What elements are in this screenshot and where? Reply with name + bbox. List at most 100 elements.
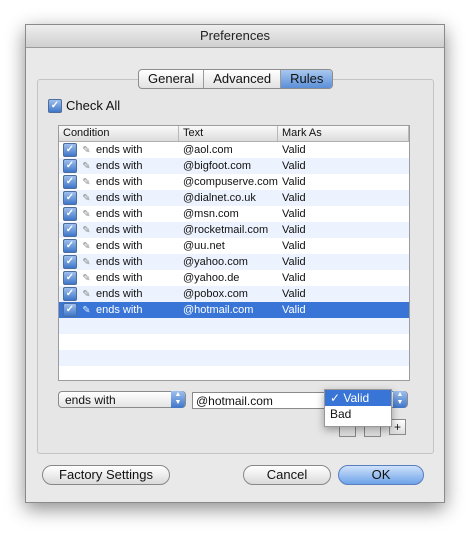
text-cell: @hotmail.com bbox=[183, 304, 254, 316]
table-row[interactable]: ✓ ✎ ends with @pobox.com Valid bbox=[59, 286, 409, 302]
rule-icon: ✎ bbox=[82, 144, 91, 156]
row-enabled-checkbox[interactable]: ✓ bbox=[63, 287, 77, 301]
column-header-mark-as[interactable]: Mark As bbox=[278, 126, 409, 141]
mark-as-cell: Valid bbox=[282, 192, 306, 204]
condition-cell: ✓ ✎ ends with bbox=[59, 158, 179, 174]
mark-as-menu: ✓ Valid Bad bbox=[324, 389, 392, 427]
rule-icon: ✎ bbox=[82, 272, 91, 284]
condition-cell: ✓ ✎ ends with bbox=[59, 222, 179, 238]
table-body: ✓ ✎ ends with @aol.com Valid ✓ ✎ ends with @bigf… bbox=[59, 142, 409, 366]
empty-row bbox=[59, 350, 409, 366]
condition-popup[interactable]: ends with ▲ ▼ bbox=[58, 391, 186, 408]
mark-as-cell: Valid bbox=[282, 224, 306, 236]
condition-text: ends with bbox=[96, 256, 143, 268]
condition-text: ends with bbox=[96, 192, 143, 204]
text-cell: @rocketmail.com bbox=[183, 224, 269, 236]
condition-cell: ✓ ✎ ends with bbox=[59, 254, 179, 270]
table-row[interactable]: ✓ ✎ ends with @bigfoot.com Valid bbox=[59, 158, 409, 174]
condition-text: ends with bbox=[96, 304, 143, 316]
row-enabled-checkbox[interactable]: ✓ bbox=[63, 191, 77, 205]
tab-general[interactable]: General bbox=[139, 70, 205, 88]
row-enabled-checkbox[interactable]: ✓ bbox=[63, 303, 77, 317]
rule-icon: ✎ bbox=[82, 240, 91, 252]
mark-as-cell: Valid bbox=[282, 304, 306, 316]
condition-popup-value: ends with bbox=[65, 393, 116, 407]
row-enabled-checkbox[interactable]: ✓ bbox=[63, 271, 77, 285]
row-enabled-checkbox[interactable]: ✓ bbox=[63, 255, 77, 269]
cancel-button[interactable]: Cancel bbox=[243, 465, 331, 485]
mark-as-cell: Valid bbox=[282, 256, 306, 268]
condition-cell: ✓ ✎ ends with bbox=[59, 286, 179, 302]
mark-as-cell: Valid bbox=[282, 288, 306, 300]
condition-text: ends with bbox=[96, 160, 143, 172]
text-cell: @dialnet.co.uk bbox=[183, 192, 256, 204]
row-enabled-checkbox[interactable]: ✓ bbox=[63, 207, 77, 221]
menu-item-valid[interactable]: ✓ Valid bbox=[325, 390, 391, 406]
ok-button[interactable]: OK bbox=[338, 465, 424, 485]
column-header-text[interactable]: Text bbox=[179, 126, 278, 141]
condition-text: ends with bbox=[96, 240, 143, 252]
tab-advanced[interactable]: Advanced bbox=[204, 70, 282, 88]
mark-as-cell: Valid bbox=[282, 240, 306, 252]
mark-as-cell: Valid bbox=[282, 176, 306, 188]
row-enabled-checkbox[interactable]: ✓ bbox=[63, 223, 77, 237]
mark-as-popup-arrows-icon: ▲ ▼ bbox=[393, 391, 407, 408]
rules-table: Condition Text Mark As ✓ ✎ ends with @aol.c… bbox=[58, 125, 410, 381]
menu-item-bad[interactable]: Bad bbox=[325, 406, 391, 422]
preferences-window: Preferences General Advanced Rules ✓ Che… bbox=[25, 24, 445, 503]
rule-icon: ✎ bbox=[82, 208, 91, 220]
check-all-checkbox[interactable]: ✓ bbox=[48, 98, 62, 113]
row-enabled-checkbox[interactable]: ✓ bbox=[63, 159, 77, 173]
rule-icon: ✎ bbox=[82, 288, 91, 300]
factory-settings-button[interactable]: Factory Settings bbox=[42, 465, 170, 485]
tab-rules[interactable]: Rules bbox=[281, 70, 333, 88]
text-cell: @msn.com bbox=[183, 208, 239, 220]
table-header: Condition Text Mark As bbox=[59, 126, 409, 142]
rule-icon: ✎ bbox=[82, 256, 91, 268]
table-row[interactable]: ✓ ✎ ends with @compuserve.com Valid bbox=[59, 174, 409, 190]
condition-popup-arrows-icon: ▲ ▼ bbox=[171, 391, 185, 408]
rule-icon: ✎ bbox=[82, 224, 91, 236]
row-enabled-checkbox[interactable]: ✓ bbox=[63, 239, 77, 253]
rule-icon: ✎ bbox=[82, 160, 91, 172]
condition-cell: ✓ ✎ ends with bbox=[59, 142, 179, 158]
check-all[interactable]: ✓ Check All bbox=[48, 98, 120, 113]
text-cell: @yahoo.com bbox=[183, 256, 248, 268]
condition-cell: ✓ ✎ ends with bbox=[59, 270, 179, 286]
table-row[interactable]: ✓ ✎ ends with @msn.com Valid bbox=[59, 206, 409, 222]
row-enabled-checkbox[interactable]: ✓ bbox=[63, 175, 77, 189]
table-row[interactable]: ✓ ✎ ends with @rocketmail.com Valid bbox=[59, 222, 409, 238]
column-header-condition[interactable]: Condition bbox=[59, 126, 179, 141]
text-cell: @uu.net bbox=[183, 240, 225, 252]
table-row[interactable]: ✓ ✎ ends with @dialnet.co.uk Valid bbox=[59, 190, 409, 206]
empty-row bbox=[59, 318, 409, 334]
text-cell: @aol.com bbox=[183, 144, 233, 156]
mark-as-cell: Valid bbox=[282, 272, 306, 284]
table-row[interactable]: ✓ ✎ ends with @aol.com Valid bbox=[59, 142, 409, 158]
mark-as-cell: Valid bbox=[282, 160, 306, 172]
condition-text: ends with bbox=[96, 288, 143, 300]
condition-cell: ✓ ✎ ends with bbox=[59, 190, 179, 206]
text-cell: @pobox.com bbox=[183, 288, 248, 300]
condition-cell: ✓ ✎ ends with bbox=[59, 302, 179, 318]
condition-text: ends with bbox=[96, 176, 143, 188]
table-row[interactable]: ✓ ✎ ends with @hotmail.com Valid bbox=[59, 302, 409, 318]
mark-as-cell: Valid bbox=[282, 208, 306, 220]
table-row[interactable]: ✓ ✎ ends with @yahoo.com Valid bbox=[59, 254, 409, 270]
text-field[interactable]: @hotmail.com bbox=[192, 392, 327, 409]
rule-icon: ✎ bbox=[82, 304, 91, 316]
text-cell: @bigfoot.com bbox=[183, 160, 252, 172]
table-row[interactable]: ✓ ✎ ends with @uu.net Valid bbox=[59, 238, 409, 254]
condition-cell: ✓ ✎ ends with bbox=[59, 206, 179, 222]
tab-bar: General Advanced Rules bbox=[138, 69, 334, 89]
condition-text: ends with bbox=[96, 208, 143, 220]
table-row[interactable]: ✓ ✎ ends with @yahoo.de Valid bbox=[59, 270, 409, 286]
condition-text: ends with bbox=[96, 224, 143, 236]
mark-as-cell: Valid bbox=[282, 144, 306, 156]
row-enabled-checkbox[interactable]: ✓ bbox=[63, 143, 77, 157]
text-cell: @yahoo.de bbox=[183, 272, 240, 284]
rule-icon: ✎ bbox=[82, 192, 91, 204]
condition-text: ends with bbox=[96, 144, 143, 156]
condition-text: ends with bbox=[96, 272, 143, 284]
rule-icon: ✎ bbox=[82, 176, 91, 188]
